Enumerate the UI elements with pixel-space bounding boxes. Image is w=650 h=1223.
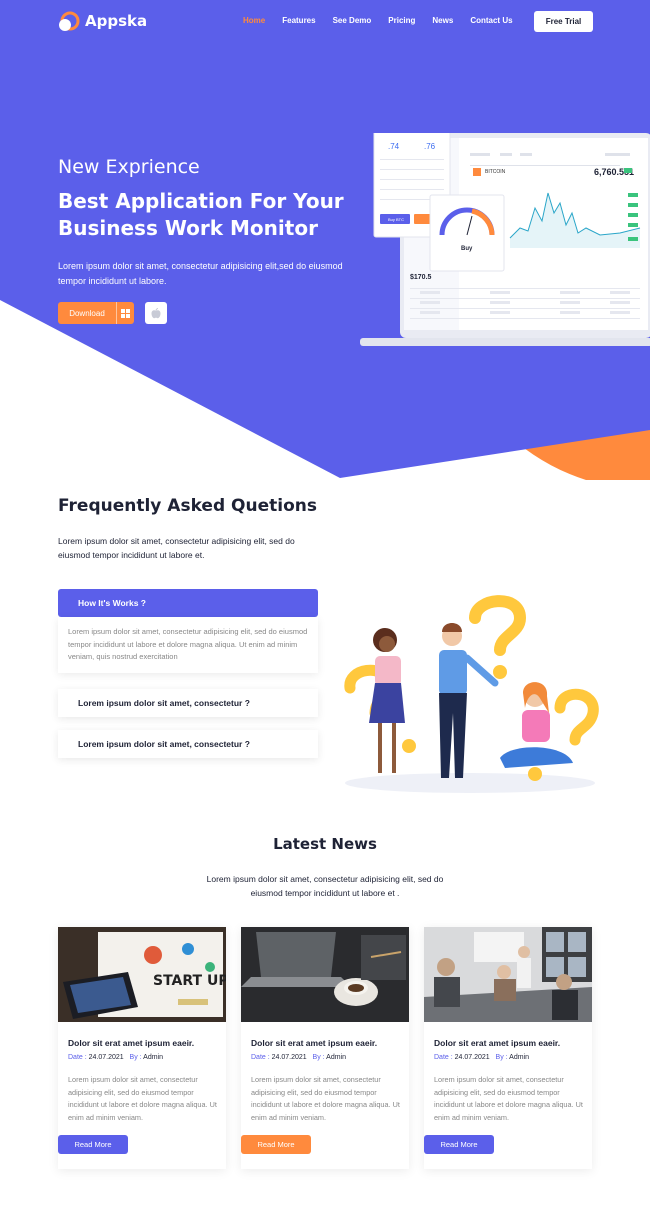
faq-question-2[interactable]: Lorem ipsum dolor sit amet, consectetur … bbox=[58, 689, 318, 717]
nav-features[interactable]: Features bbox=[282, 16, 315, 25]
main-menu: Home Features See Demo Pricing News Cont… bbox=[243, 16, 530, 25]
nav-contact-us[interactable]: Contact Us bbox=[470, 16, 512, 25]
news-card-excerpt: Lorem ipsum dolor sit amet, consectetur … bbox=[251, 1075, 400, 1122]
gauge-label: Buy bbox=[461, 246, 473, 252]
apple-icon bbox=[151, 307, 161, 318]
faq-answer-1: Lorem ipsum dolor sit amet, consectetur … bbox=[58, 617, 318, 673]
coin-name: BITCOIN bbox=[485, 169, 506, 175]
buy-btc-label: Buy BTC bbox=[388, 217, 404, 222]
news-card-2[interactable]: Dolor sit erat amet ipsum eaeir. Date : … bbox=[241, 927, 409, 1169]
nav-home[interactable]: Home bbox=[243, 16, 265, 25]
news-author: Admin bbox=[509, 1054, 529, 1061]
news-description: Lorem ipsum dolor sit amet, consectetur … bbox=[206, 874, 444, 898]
news-title: Latest News bbox=[273, 835, 377, 853]
news-card-1-image: START UP bbox=[58, 927, 226, 1022]
faq-question-1[interactable]: How It's Works ? bbox=[58, 589, 318, 617]
hero-subtitle: New Exprience bbox=[58, 156, 200, 178]
read-more-button[interactable]: Read More bbox=[424, 1135, 494, 1154]
nav-pricing[interactable]: Pricing bbox=[388, 16, 415, 25]
faq-illustration bbox=[344, 595, 599, 793]
faq-question-3[interactable]: Lorem ipsum dolor sit amet, consectetur … bbox=[58, 730, 318, 758]
hero-title: Best Application For Your Business Work … bbox=[58, 189, 344, 240]
windows-icon bbox=[116, 302, 134, 324]
news-card-1[interactable]: START UP Dolor sit erat amet ipsum eaeir… bbox=[58, 927, 226, 1169]
download-button[interactable]: Download bbox=[58, 302, 134, 324]
faq-description: Lorem ipsum dolor sit amet, consectetur … bbox=[58, 536, 295, 560]
download-label: Download bbox=[69, 308, 105, 318]
news-date: 24.07.2021 bbox=[271, 1054, 307, 1061]
by-label: By : bbox=[312, 1054, 325, 1061]
news-card-3[interactable]: Dolor sit erat amet ipsum eaeir. Date : … bbox=[424, 927, 592, 1169]
news-card-3-image bbox=[424, 927, 592, 1022]
faq-title: Frequently Asked Quetions bbox=[58, 496, 317, 516]
nav-news[interactable]: News bbox=[432, 16, 453, 25]
small-value-a: .74 bbox=[388, 142, 400, 151]
date-label: Date : bbox=[434, 1054, 453, 1061]
date-label: Date : bbox=[68, 1054, 87, 1061]
news-card-meta: Date : 24.07.2021 By : Admin bbox=[251, 1054, 346, 1061]
news-card-meta: Date : 24.07.2021 By : Admin bbox=[434, 1054, 529, 1061]
read-more-button[interactable]: Read More bbox=[241, 1135, 311, 1154]
news-date: 24.07.2021 bbox=[88, 1054, 124, 1061]
news-author: Admin bbox=[326, 1054, 346, 1061]
news-author: Admin bbox=[143, 1054, 163, 1061]
balance-value: $170.5 bbox=[410, 274, 432, 281]
news-card-title[interactable]: Dolor sit erat amet ipsum eaeir. bbox=[68, 1038, 194, 1048]
top-navbar: Appska Home Features See Demo Pricing Ne… bbox=[0, 0, 650, 44]
news-card-title[interactable]: Dolor sit erat amet ipsum eaeir. bbox=[434, 1038, 560, 1048]
news-card-2-image bbox=[241, 927, 409, 1022]
free-trial-button[interactable]: Free Trial bbox=[534, 11, 593, 32]
brand-name: Appska bbox=[85, 12, 148, 30]
small-value-b: .76 bbox=[424, 142, 436, 151]
news-card-title[interactable]: Dolor sit erat amet ipsum eaeir. bbox=[251, 1038, 377, 1048]
hero-description: Lorem ipsum dolor sit amet, consectetur … bbox=[58, 261, 343, 286]
news-card-excerpt: Lorem ipsum dolor sit amet, consectetur … bbox=[68, 1075, 217, 1122]
news-card-meta: Date : 24.07.2021 By : Admin bbox=[68, 1054, 163, 1061]
nav-see-demo[interactable]: See Demo bbox=[333, 16, 372, 25]
by-label: By : bbox=[495, 1054, 508, 1061]
dashboard-laptop-image: BITCOIN 6,760.551 $170.5 .74 .76 Buy BTC… bbox=[360, 133, 650, 346]
news-card-excerpt: Lorem ipsum dolor sit amet, consectetur … bbox=[434, 1075, 583, 1122]
startup-image-text: START UP bbox=[153, 973, 226, 989]
apple-store-button[interactable] bbox=[145, 302, 167, 324]
date-label: Date : bbox=[251, 1054, 270, 1061]
logo-icon bbox=[59, 11, 80, 31]
news-date: 24.07.2021 bbox=[454, 1054, 490, 1061]
read-more-button[interactable]: Read More bbox=[58, 1135, 128, 1154]
by-label: By : bbox=[129, 1054, 142, 1061]
logo[interactable]: Appska bbox=[58, 10, 147, 32]
